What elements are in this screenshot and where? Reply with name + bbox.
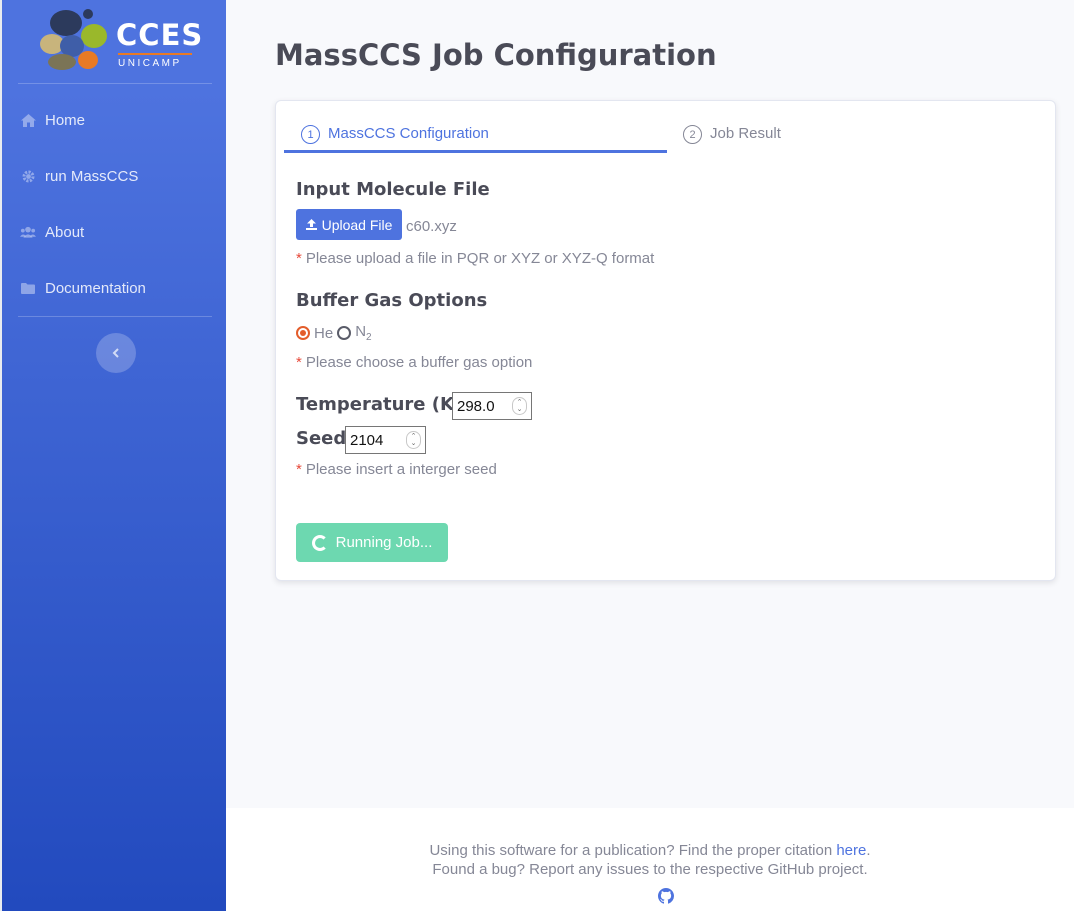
brand-subtitle: UNICAMP — [118, 58, 182, 69]
buffer-gas-title: Buffer Gas Options — [296, 290, 488, 311]
active-step-indicator — [284, 150, 667, 153]
sidebar-item-label: Home — [45, 111, 86, 129]
spinner-arrows-icon[interactable]: ⌃ ⌄ — [512, 397, 527, 415]
brand-logo[interactable]: CCES UNICAMP — [38, 6, 202, 74]
required-marker: * — [296, 250, 302, 267]
step-number: 2 — [683, 125, 702, 144]
loading-spinner-icon — [311, 534, 328, 551]
sidebar-item-label: About — [45, 223, 85, 241]
n2-subscript: 2 — [366, 332, 372, 343]
home-icon — [20, 112, 36, 128]
step-label: MassCCS Configuration — [328, 125, 489, 142]
uploaded-filename: c60.xyz — [406, 218, 457, 235]
step-number: 1 — [301, 125, 320, 144]
citation-link[interactable]: here — [836, 842, 866, 859]
sidebar-item-label: run MassCCS — [45, 167, 139, 185]
chevron-left-icon — [112, 348, 119, 358]
cces-logo-icon — [40, 9, 107, 70]
buffer-gas-options: He N2 — [296, 323, 372, 343]
radio-he[interactable] — [296, 326, 310, 340]
required-marker: * — [296, 461, 302, 478]
footer: Using this software for a publication? F… — [226, 808, 1074, 911]
citation-prefix: Using this software for a publication? F… — [429, 842, 833, 859]
radio-n2[interactable] — [337, 326, 352, 340]
hint-text: Please insert a interger seed — [305, 461, 497, 478]
buffer-gas-hint: * Please choose a buffer gas option — [296, 354, 532, 371]
step-tabs: 1 MassCCS Configuration 2 Job Result — [284, 119, 1050, 153]
github-icon[interactable] — [658, 888, 674, 904]
run-job-label: Running Job... — [335, 534, 433, 551]
upload-icon — [305, 219, 317, 230]
bug-report-text: Found a bug? Report any issues to the re… — [432, 861, 868, 878]
folder-icon — [20, 280, 36, 296]
temperature-input[interactable]: 298.0 ⌃ ⌄ — [452, 392, 532, 420]
sidebar-item-about[interactable]: About — [20, 220, 84, 244]
radio-he-label: He — [314, 324, 334, 342]
gear-icon — [20, 168, 36, 184]
seed-value: 2104 — [350, 431, 384, 449]
spinner-arrows-icon[interactable]: ⌃ ⌄ — [406, 431, 421, 449]
brand-underline — [118, 53, 192, 55]
temperature-value: 298.0 — [457, 397, 495, 415]
sidebar-toggle-button[interactable] — [96, 333, 136, 373]
hint-text: Please upload a file in PQR or XYZ or XY… — [305, 250, 655, 267]
tab-massccs-configuration[interactable]: 1 MassCCS Configuration — [301, 119, 489, 153]
upload-file-label: Upload File — [321, 216, 393, 233]
config-card: 1 MassCCS Configuration 2 Job Result Inp… — [275, 100, 1056, 581]
tab-job-result[interactable]: 2 Job Result — [683, 119, 781, 153]
input-file-title: Input Molecule File — [296, 179, 490, 200]
hint-text: Please choose a buffer gas option — [305, 354, 533, 371]
input-file-hint: * Please upload a file in PQR or XYZ or X… — [296, 250, 654, 267]
brand-name: CCES — [116, 18, 204, 52]
sidebar: CCES UNICAMP Home run MassCCS About Docu… — [0, 0, 226, 911]
radio-n2-label: N2 — [355, 323, 371, 343]
sidebar-divider — [18, 316, 212, 317]
required-marker: * — [296, 354, 302, 371]
sidebar-divider — [18, 83, 212, 84]
seed-label: Seed — [296, 428, 347, 449]
upload-file-button[interactable]: Upload File — [296, 209, 402, 240]
sidebar-item-documentation[interactable]: Documentation — [20, 276, 146, 300]
temperature-label: Temperature (K) — [296, 394, 463, 415]
step-label: Job Result — [710, 125, 781, 142]
seed-hint: * Please insert a interger seed — [296, 461, 497, 478]
users-icon — [20, 224, 36, 240]
n2-symbol: N — [355, 323, 367, 340]
sidebar-item-run-massccs[interactable]: run MassCCS — [20, 164, 138, 188]
page-title: MassCCS Job Configuration — [275, 38, 717, 72]
sidebar-item-label: Documentation — [45, 279, 146, 297]
seed-input[interactable]: 2104 ⌃ ⌄ — [345, 426, 426, 454]
citation-text: Using this software for a publication? F… — [210, 842, 1074, 859]
citation-suffix: . — [866, 842, 871, 859]
sidebar-item-home[interactable]: Home — [20, 108, 85, 132]
run-job-button[interactable]: Running Job... — [296, 523, 448, 562]
